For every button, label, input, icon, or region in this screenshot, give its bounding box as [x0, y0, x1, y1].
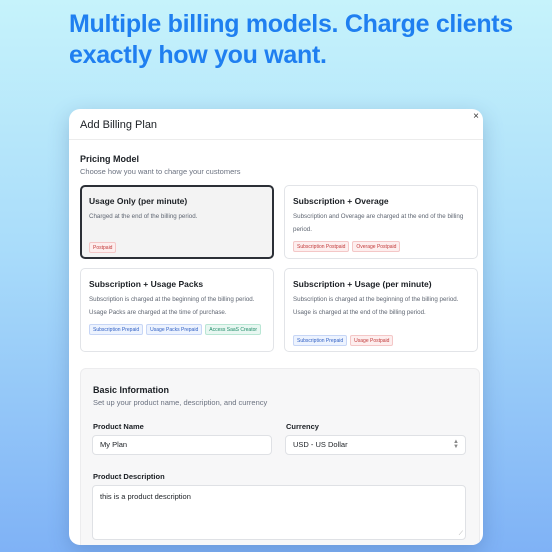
product-name-input[interactable]: My Plan [92, 435, 272, 455]
badge: Subscription Prepaid [89, 324, 144, 335]
product-description-value: this is a product description [100, 492, 191, 501]
option-description: Subscription is charged at the beginning… [89, 296, 255, 316]
option-description: Charged at the end of the billing period… [89, 213, 198, 220]
badge: Usage Packs Prepaid [146, 324, 203, 335]
option-badges: Subscription Prepaid Usage Packs Prepaid… [89, 324, 269, 335]
pricing-option-subscription-usage[interactable]: Subscription + Usage (per minute) Subscr… [284, 268, 478, 352]
pricing-option-subscription-overage[interactable]: Subscription + Overage Subscription and … [284, 185, 478, 259]
header-divider [69, 139, 483, 140]
modal-title: Add Billing Plan [80, 119, 158, 131]
option-title: Subscription + Usage (per minute) [293, 279, 432, 289]
badge: Access SaaS Creator [205, 324, 262, 335]
product-description-label: Product Description [93, 472, 165, 481]
badge: Subscription Prepaid [293, 335, 348, 346]
basic-information-subtitle: Set up your product name, description, a… [93, 398, 268, 407]
badge: Subscription Postpaid [293, 241, 350, 252]
pricing-model-subtitle: Choose how you want to charge your custo… [80, 167, 241, 176]
currency-select[interactable]: USD - US Dollar ▲ ▼ [285, 435, 466, 455]
badge: Usage Postpaid [350, 335, 394, 346]
option-badges: Subscription Prepaid Usage Postpaid [293, 335, 473, 346]
select-arrows-icon: ▲ ▼ [453, 439, 459, 450]
product-name-label: Product Name [93, 422, 144, 431]
option-badges: Postpaid [89, 242, 269, 253]
pricing-model-title: Pricing Model [80, 154, 140, 164]
option-badges: Subscription Postpaid Overage Postpaid [293, 241, 473, 252]
currency-value: USD - US Dollar [293, 440, 348, 449]
badge: Overage Postpaid [352, 241, 401, 252]
option-description: Subscription and Overage are charged at … [293, 213, 464, 233]
close-icon[interactable]: × [473, 111, 479, 122]
basic-information-section: Basic Information Set up your product na… [80, 368, 480, 545]
resize-grip-icon[interactable]: ⟋ [459, 531, 463, 538]
option-title: Usage Only (per minute) [89, 196, 188, 206]
add-billing-plan-modal: Add Billing Plan × Pricing Model Choose … [69, 109, 483, 545]
product-description-textarea[interactable]: this is a product description ⟋ [92, 485, 466, 540]
option-title: Subscription + Usage Packs [89, 279, 204, 289]
pricing-option-usage-only[interactable]: Usage Only (per minute) Charged at the e… [80, 185, 274, 259]
pricing-option-subscription-usage-packs[interactable]: Subscription + Usage Packs Subscription … [80, 268, 274, 352]
basic-information-title: Basic Information [93, 385, 170, 395]
currency-label: Currency [286, 422, 319, 431]
option-title: Subscription + Overage [293, 196, 389, 206]
badge: Postpaid [89, 242, 117, 253]
option-description: Subscription is charged at the beginning… [293, 296, 459, 316]
headline: Multiple billing models. Charge clients … [69, 10, 513, 69]
